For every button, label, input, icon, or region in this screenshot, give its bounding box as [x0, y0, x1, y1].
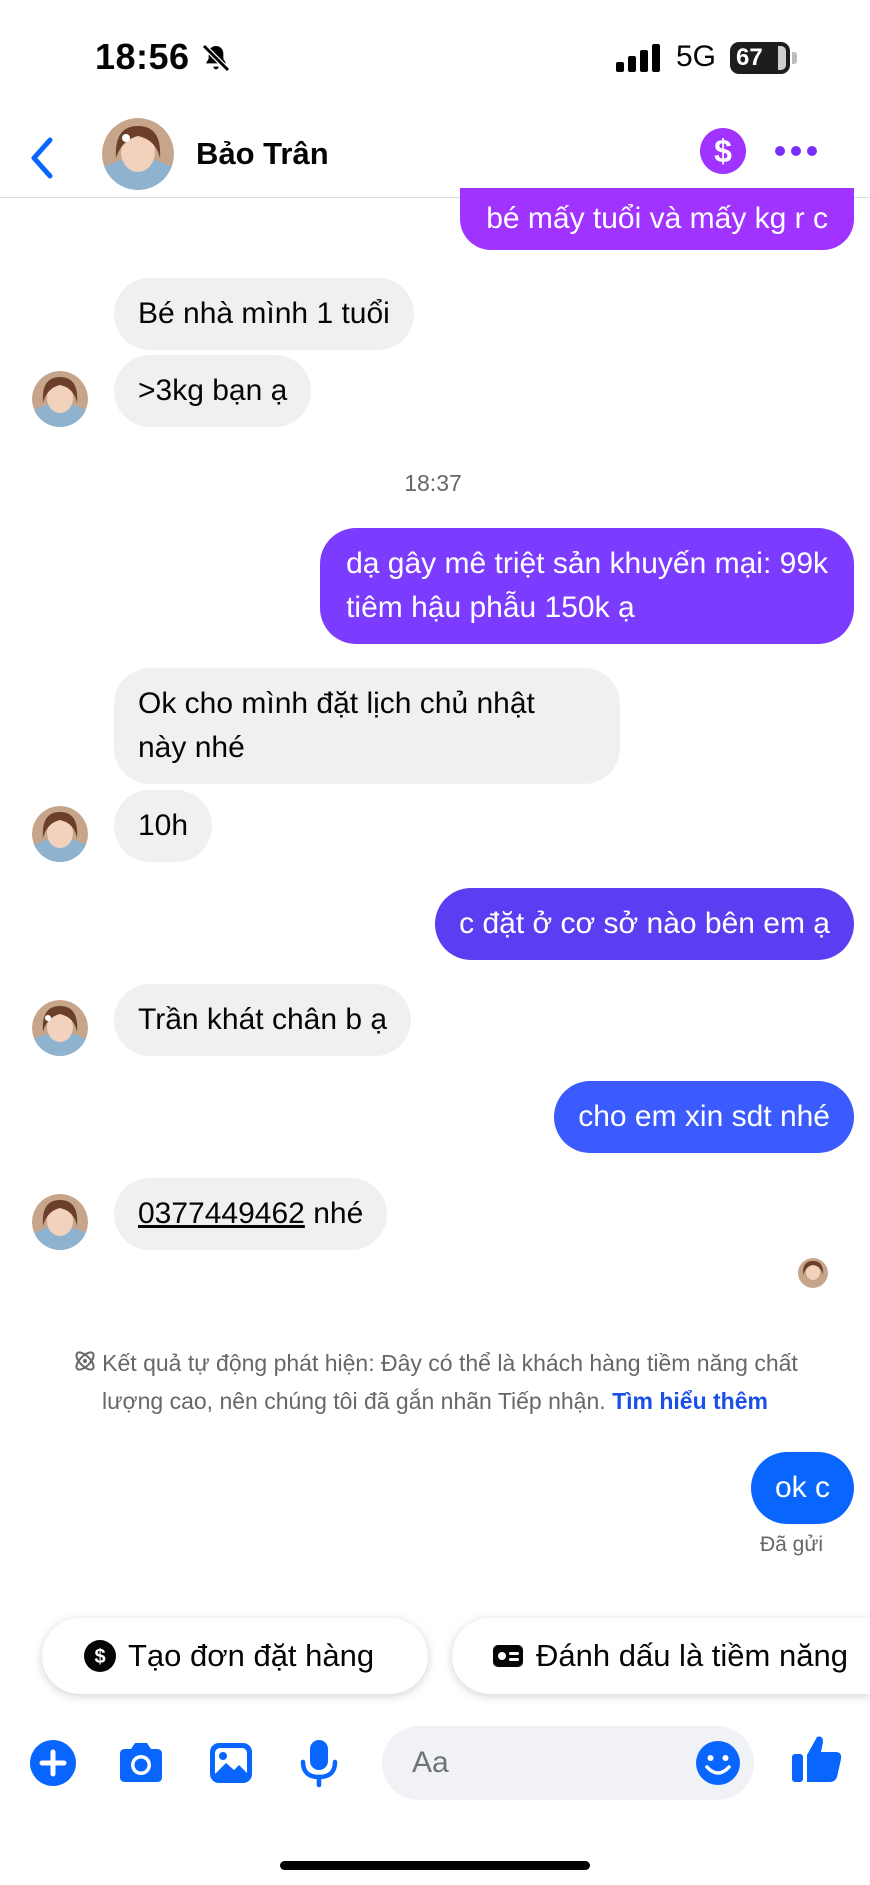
message-text-line: này nhé — [138, 731, 245, 764]
back-chevron-icon[interactable] — [20, 130, 64, 186]
message-text: bé mấy tuổi và mấy kg r c — [486, 202, 828, 235]
signal-icon — [616, 44, 660, 72]
message-text: ok c — [774, 1471, 830, 1504]
home-indicator[interactable] — [280, 1861, 590, 1870]
message-bubble-out[interactable]: dạ gây mê triệt sản khuyến mại: 99k tiêm… — [320, 528, 854, 644]
message-text: 10h — [138, 809, 189, 842]
payment-button[interactable]: $ — [700, 128, 746, 174]
svg-text:$: $ — [94, 1646, 105, 1668]
battery-tip — [792, 52, 797, 64]
camera-icon[interactable] — [116, 1738, 166, 1788]
atom-icon — [75, 1351, 95, 1371]
message-bubble-out[interactable]: bé mấy tuổi và mấy kg r c — [460, 188, 854, 250]
contact-avatar[interactable] — [102, 118, 174, 190]
message-text-line: tiêm hậu phẫu 150k ạ — [346, 591, 635, 624]
message-input[interactable] — [412, 1742, 662, 1784]
phone-number-link[interactable]: 0377449462 — [138, 1197, 305, 1230]
lead-detection-notice: Kết quả tự động phát hiện: Đây có thể là… — [40, 1344, 830, 1420]
emoji-icon[interactable] — [694, 1739, 742, 1787]
message-bubble-in[interactable]: Ok cho mình đặt lịch chủ nhật này nhé — [114, 668, 620, 784]
message-text: c đặt ở cơ sở nào bên em ạ — [459, 907, 830, 940]
message-composer — [0, 1720, 870, 1810]
battery-icon: 67 — [730, 42, 790, 74]
message-text: Bé nhà mình 1 tuổi — [138, 297, 390, 330]
dollar-circle-icon: $ — [84, 1640, 116, 1672]
message-text: nhé — [304, 1197, 364, 1230]
contact-name[interactable]: Bảo Trân — [196, 136, 329, 172]
message-bubble-in[interactable]: 10h — [114, 790, 213, 862]
read-receipt-avatar — [798, 1258, 828, 1288]
status-bar: 18:56 5G 67 — [0, 0, 870, 118]
message-text: cho em xin sdt nhé — [578, 1100, 830, 1133]
message-bubble-out[interactable]: ok c — [750, 1452, 854, 1524]
message-text-line: dạ gây mê triệt sản khuyến mại: 99k — [346, 547, 828, 580]
sender-avatar[interactable] — [32, 1000, 88, 1056]
id-card-icon — [493, 1645, 523, 1667]
message-text: Trần khát chân b ạ — [138, 1003, 388, 1036]
sender-avatar[interactable] — [32, 371, 88, 427]
sender-avatar[interactable] — [32, 1194, 88, 1250]
bell-muted-icon — [202, 44, 230, 72]
chip-label: Tạo đơn đặt hàng — [128, 1638, 375, 1673]
message-bubble-in[interactable]: >3kg bạn ạ — [114, 355, 312, 427]
thumbs-up-icon[interactable] — [790, 1732, 844, 1786]
chat-header: Bảo Trân $ — [0, 118, 870, 198]
message-bubble-out[interactable]: c đặt ở cơ sở nào bên em ạ — [435, 888, 854, 960]
message-bubble-in[interactable]: Trần khát chân b ạ — [114, 984, 412, 1056]
chip-label: Đánh dấu là tiềm năng — [536, 1638, 848, 1673]
message-input-wrapper — [382, 1726, 754, 1800]
sent-status: Đã gửi — [760, 1533, 824, 1556]
more-options-icon[interactable] — [772, 138, 820, 164]
sender-avatar[interactable] — [32, 806, 88, 862]
message-bubble-out[interactable]: cho em xin sdt nhé — [554, 1081, 854, 1153]
mark-potential-chip[interactable]: Đánh dấu là tiềm năng — [452, 1618, 870, 1694]
message-bubble-in[interactable]: 0377449462 nhé — [114, 1178, 388, 1250]
create-order-chip[interactable]: $ Tạo đơn đặt hàng — [42, 1618, 428, 1694]
gallery-icon[interactable] — [206, 1738, 256, 1788]
message-text: >3kg bạn ạ — [138, 374, 288, 407]
network-type: 5G — [676, 40, 717, 73]
learn-more-link[interactable]: Tìm hiểu thêm — [612, 1388, 768, 1414]
microphone-icon[interactable] — [296, 1738, 342, 1788]
plus-circle-icon[interactable] — [28, 1738, 78, 1788]
message-timestamp: 18:37 — [404, 470, 462, 496]
message-text-line: Ok cho mình đặt lịch chủ nhật — [138, 687, 535, 720]
message-bubble-in[interactable]: Bé nhà mình 1 tuổi — [114, 278, 414, 350]
status-time: 18:56 — [95, 36, 190, 77]
